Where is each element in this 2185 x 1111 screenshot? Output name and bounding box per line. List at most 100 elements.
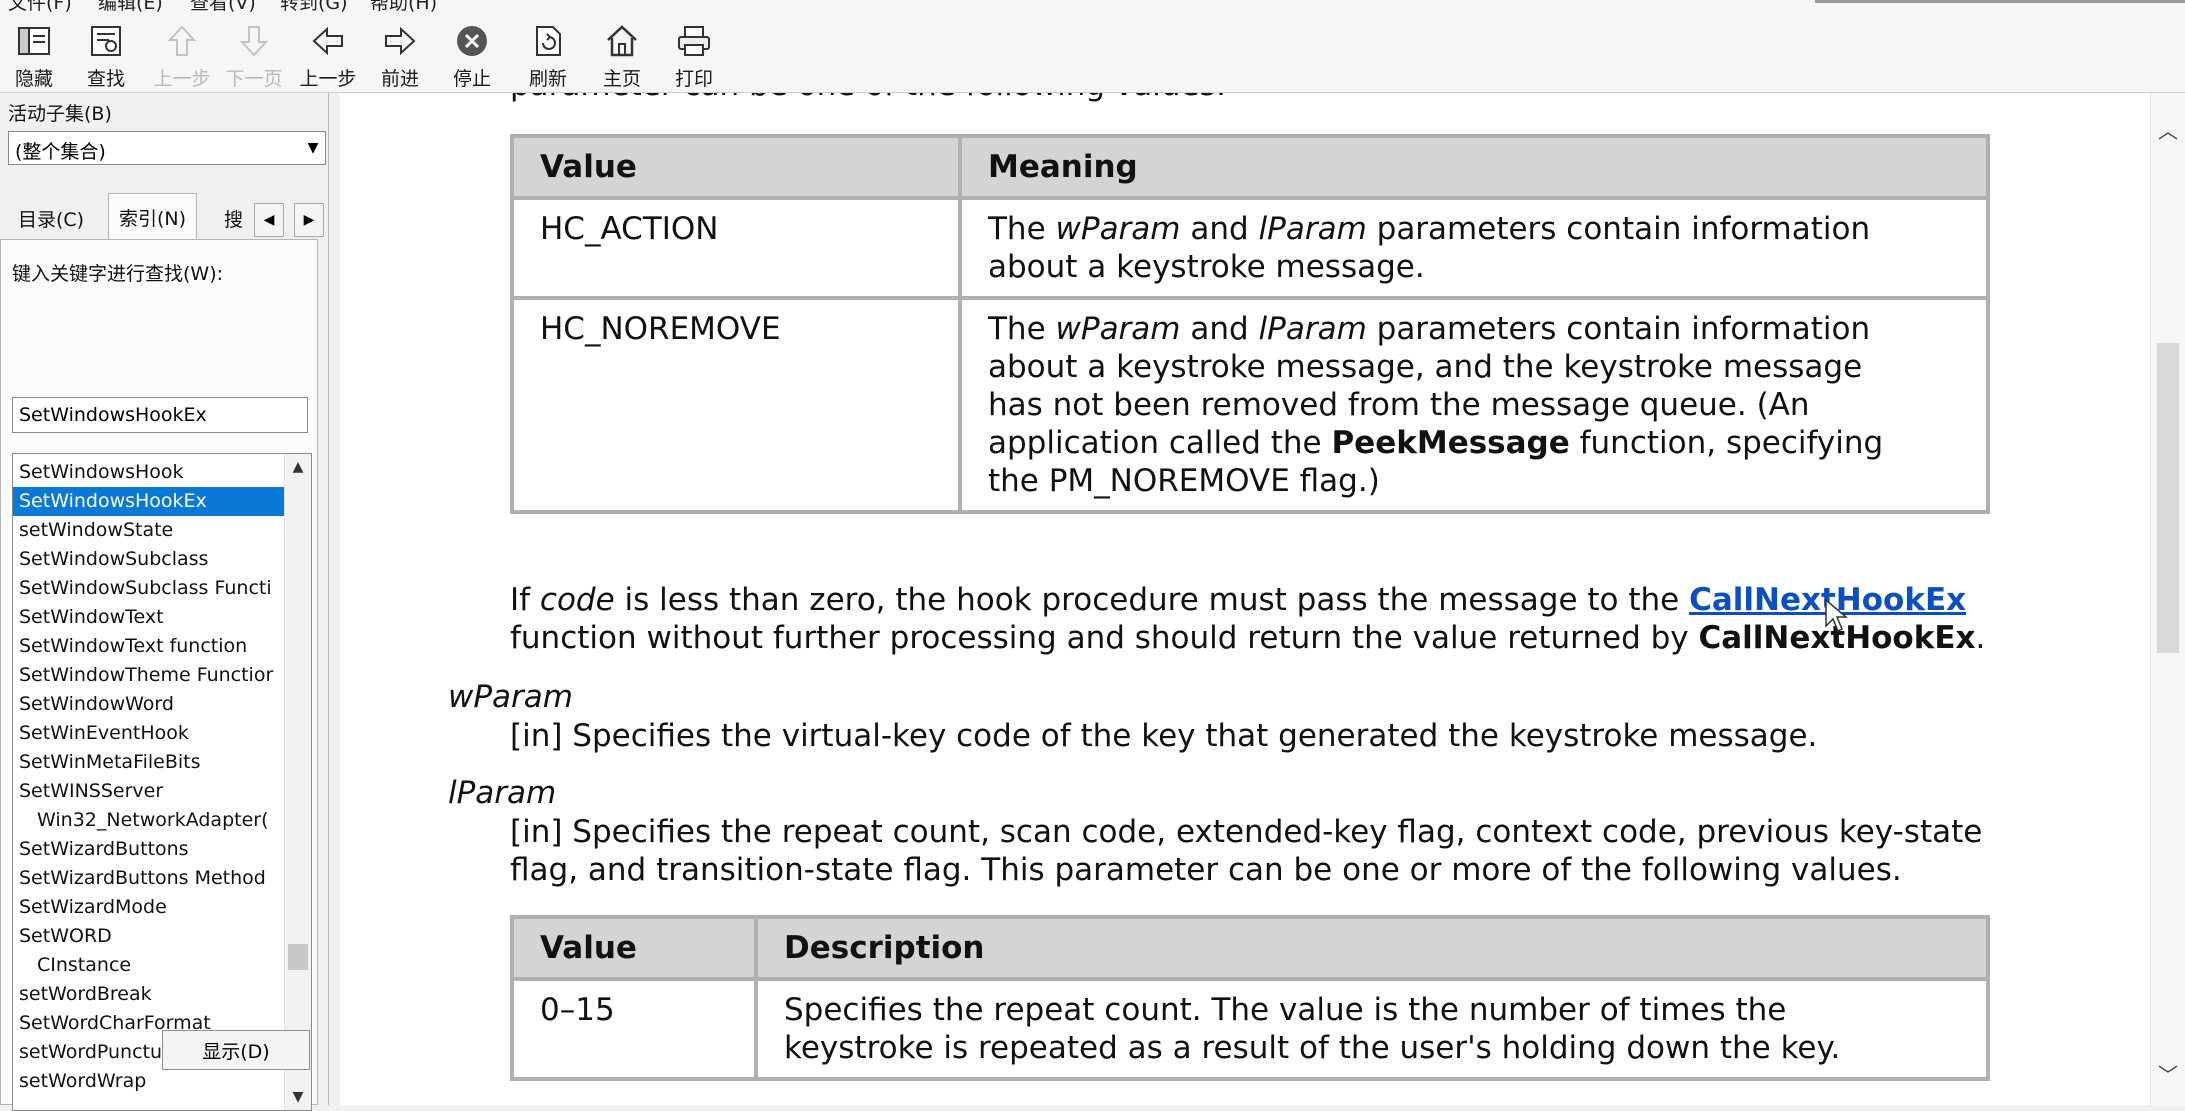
topic-content: parameter can be one of the following va… [340,93,2185,1105]
forward-arrow-icon [383,20,417,62]
back-button[interactable]: 上一步 [296,16,360,92]
list-item[interactable]: CInstance [13,951,285,980]
list-item[interactable]: SetWizardMode [13,893,285,922]
menu-help[interactable]: 帮助(H) [370,0,437,15]
subset-combobox[interactable]: (整个集合) ▼ [8,131,326,165]
hide-pane-icon [17,20,51,62]
scroll-down-icon[interactable]: ▼ [285,1084,311,1110]
content-scrollbar[interactable]: ︿ ﹀ [2150,93,2185,1105]
list-item[interactable]: SetWINSServer [13,777,285,806]
table-row: HC_NOREMOVE The wParam and lParam parame… [510,296,1990,514]
wparam-description: [in] Specifies the virtual-key code of t… [510,718,1818,754]
back-button-label: 上一步 [299,68,357,90]
list-item[interactable]: SetWindowWord [13,690,285,719]
home-button-label: 主页 [602,68,641,90]
tab-scroll-left-icon[interactable]: ◀ [254,203,284,237]
keyword-input-box[interactable] [12,397,308,433]
table-header-value: Value [510,134,962,200]
table-header-description: Description [754,915,1990,981]
mouse-pointer-icon [1825,598,1849,633]
stop-button[interactable]: 停止 [448,16,496,92]
window-edge [1815,0,2185,3]
table-cell-description: Specifies the repeat count. The value is… [754,977,1990,1081]
menu-view[interactable]: 查看(V) [190,0,256,15]
print-icon [676,20,712,62]
table-cell-value: 0–15 [510,977,758,1081]
list-item[interactable]: SetWindowSubclass Functi [13,574,285,603]
index-list[interactable]: SetWindowsHook SetWindowsHookEx setWindowS… [12,453,312,1111]
cut-off-text: parameter can be one of the following va… [510,93,1226,103]
tab-index[interactable]: 索引(N) [108,193,198,241]
tab-contents[interactable]: 目录(C) [18,199,84,238]
refresh-button[interactable]: 刷新 [522,16,574,92]
table-cell-value: HC_ACTION [510,196,962,300]
list-item[interactable]: SetWindowSubclass [13,545,285,574]
show-button[interactable]: 显示(D) [162,1030,310,1070]
code-paragraph: If code is less than zero, the hook proc… [510,582,1986,656]
list-item[interactable]: SetWinEventHook [13,719,285,748]
list-item[interactable]: SetWindowTheme Functior [13,661,285,690]
subset-value: (整个集合) [15,141,106,163]
next-page-button[interactable]: 下一页 [222,16,286,92]
prev-topic-button[interactable]: 上一步 [150,16,214,92]
index-list-scrollbar[interactable]: ▲ ▼ [284,454,311,1110]
list-item[interactable]: SetWizardButtons [13,835,285,864]
menu-bar: 文件(F) 编辑(E) 查看(V) 转到(G) 帮助(H) [0,0,2185,17]
menu-edit[interactable]: 编辑(E) [98,0,163,15]
list-item[interactable]: SetWindowsHook [13,458,285,487]
home-icon [605,20,639,62]
forward-button-label: 前进 [380,68,419,90]
keyword-label: 键入关键字进行查找(W): [12,263,224,285]
find-button[interactable]: 查找 [80,16,132,92]
toolbar: 隐藏 查找 上一步 下一页 上一步 前进 停止 刷新 主页 打印 [0,16,2185,93]
subset-label: 活动子集(B) [8,103,112,125]
scroll-up-icon[interactable]: ▲ [285,454,311,480]
table-header-meaning: Meaning [958,134,1990,200]
table-row: 0–15 Specifies the repeat count. The val… [510,977,1990,1081]
home-button[interactable]: 主页 [596,16,648,92]
list-item[interactable]: SetWindowText [13,603,285,632]
next-page-label: 下一页 [225,68,283,90]
scrollbar-thumb[interactable] [2157,343,2179,653]
print-button[interactable]: 打印 [668,16,720,92]
up-arrow-icon [167,20,197,62]
forward-button[interactable]: 前进 [376,16,424,92]
keyword-input[interactable] [13,398,307,432]
table-header-row: Value Meaning [510,134,1990,200]
find-icon [89,20,123,62]
table-header-row: Value Description [510,915,1990,981]
list-item[interactable]: SetWindowText function [13,632,285,661]
list-item[interactable]: SetWizardButtons Method [13,864,285,893]
scrollbar-thumb[interactable] [288,944,308,970]
list-item[interactable]: setWordWrap [13,1067,285,1096]
navigation-pane: 活动子集(B) (整个集合) ▼ 目录(C) 索引(N) 搜 ◀ ▶ 键入关键字… [0,93,329,1111]
index-list-items: SetWindowsHook SetWindowsHookEx setWindowS… [13,458,285,1096]
lparam-values-table: Value Description 0–15 Specifies the rep… [510,915,1990,1081]
print-button-label: 打印 [674,68,713,90]
table-row: HC_ACTION The wParam and lParam paramete… [510,196,1990,300]
list-item[interactable]: setWindowState [13,516,285,545]
menu-file[interactable]: 文件(F) [8,0,72,15]
table-cell-meaning: The wParam and lParam parameters contain… [958,196,1990,300]
tab-search[interactable]: 搜 [224,199,243,238]
list-item[interactable]: Win32_NetworkAdapter( [13,806,285,835]
table-cell-meaning: The wParam and lParam parameters contain… [958,296,1990,514]
refresh-button-label: 刷新 [528,68,567,90]
nav-tabs: 目录(C) 索引(N) 搜 ◀ ▶ [0,193,328,241]
wparam-term: wParam [448,679,573,715]
list-item[interactable]: SetWORD [13,922,285,951]
refresh-icon [533,20,563,62]
hide-button[interactable]: 隐藏 [8,16,60,92]
scroll-down-icon[interactable]: ﹀ [2151,1053,2185,1093]
find-button-label: 查找 [86,68,125,90]
back-arrow-icon [311,20,345,62]
menu-goto[interactable]: 转到(G) [280,0,348,15]
list-item[interactable]: SetWinMetaFileBits [13,748,285,777]
table-cell-value: HC_NOREMOVE [510,296,962,514]
hook-code-table: Value Meaning HC_ACTION The wParam and l… [510,134,1990,514]
list-item[interactable]: setWordBreak [13,980,285,1009]
tab-scroll-right-icon[interactable]: ▶ [294,203,324,237]
chevron-down-icon[interactable]: ▼ [301,132,325,164]
list-item[interactable]: SetWindowsHookEx [13,487,285,516]
scroll-up-icon[interactable]: ︿ [2151,109,2185,149]
